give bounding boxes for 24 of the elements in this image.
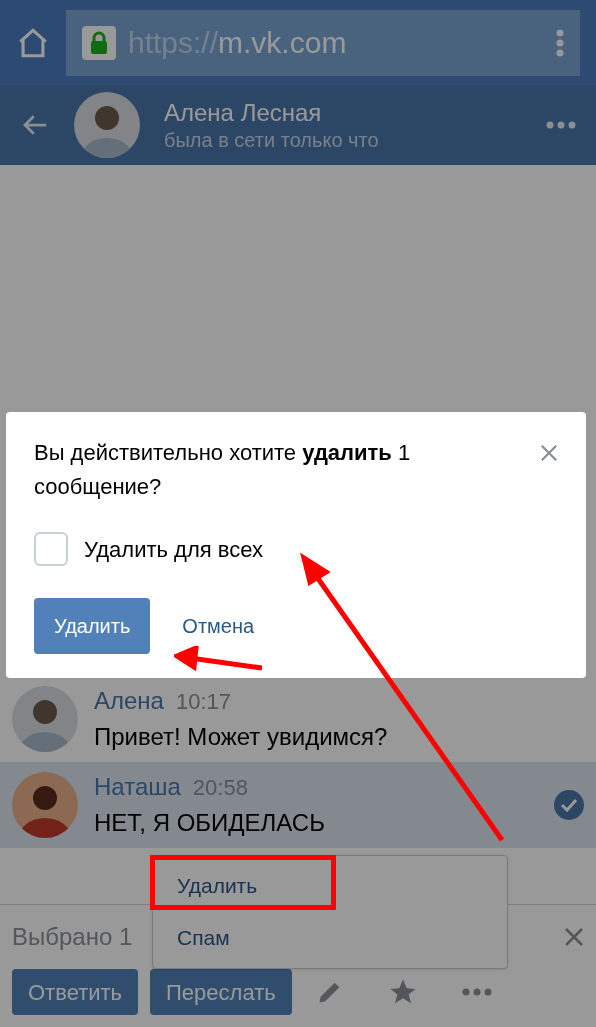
more-vertical-icon[interactable] bbox=[556, 28, 564, 57]
contact-name: Алена Лесная bbox=[164, 97, 323, 128]
menu-item[interactable]: Удалить bbox=[177, 870, 258, 902]
more-icon[interactable] bbox=[546, 121, 576, 129]
contact-status: была в сети только что bbox=[164, 127, 380, 153]
action-button[interactable]: Ответить bbox=[12, 969, 139, 1015]
check-icon bbox=[554, 790, 584, 820]
message-author: Наташа bbox=[94, 772, 181, 802]
cancel-button[interactable]: Отмена bbox=[182, 611, 255, 641]
message-time: 10:17 bbox=[175, 688, 232, 716]
lock-icon bbox=[82, 25, 116, 60]
checkbox[interactable] bbox=[34, 532, 68, 566]
selection-count: Выбрано 1 bbox=[12, 922, 133, 952]
message-text: НЕТ, Я ОБИДЕЛАСЬ bbox=[94, 808, 326, 838]
close-icon[interactable] bbox=[540, 444, 558, 462]
action-button[interactable]: Переслать bbox=[150, 969, 292, 1015]
close-icon[interactable] bbox=[564, 927, 584, 947]
more-icon[interactable] bbox=[461, 988, 492, 996]
message-author: Алена bbox=[94, 686, 164, 716]
message-text: Привет! Может увидимся? bbox=[94, 722, 389, 752]
delete-button[interactable]: Удалить bbox=[34, 598, 151, 654]
menu-item[interactable]: Спам bbox=[177, 922, 230, 954]
dialog-message: Вы действительно хотите удалить 1 сообщение? bbox=[34, 439, 412, 501]
checkbox-label: Удалить для всех bbox=[84, 535, 263, 564]
